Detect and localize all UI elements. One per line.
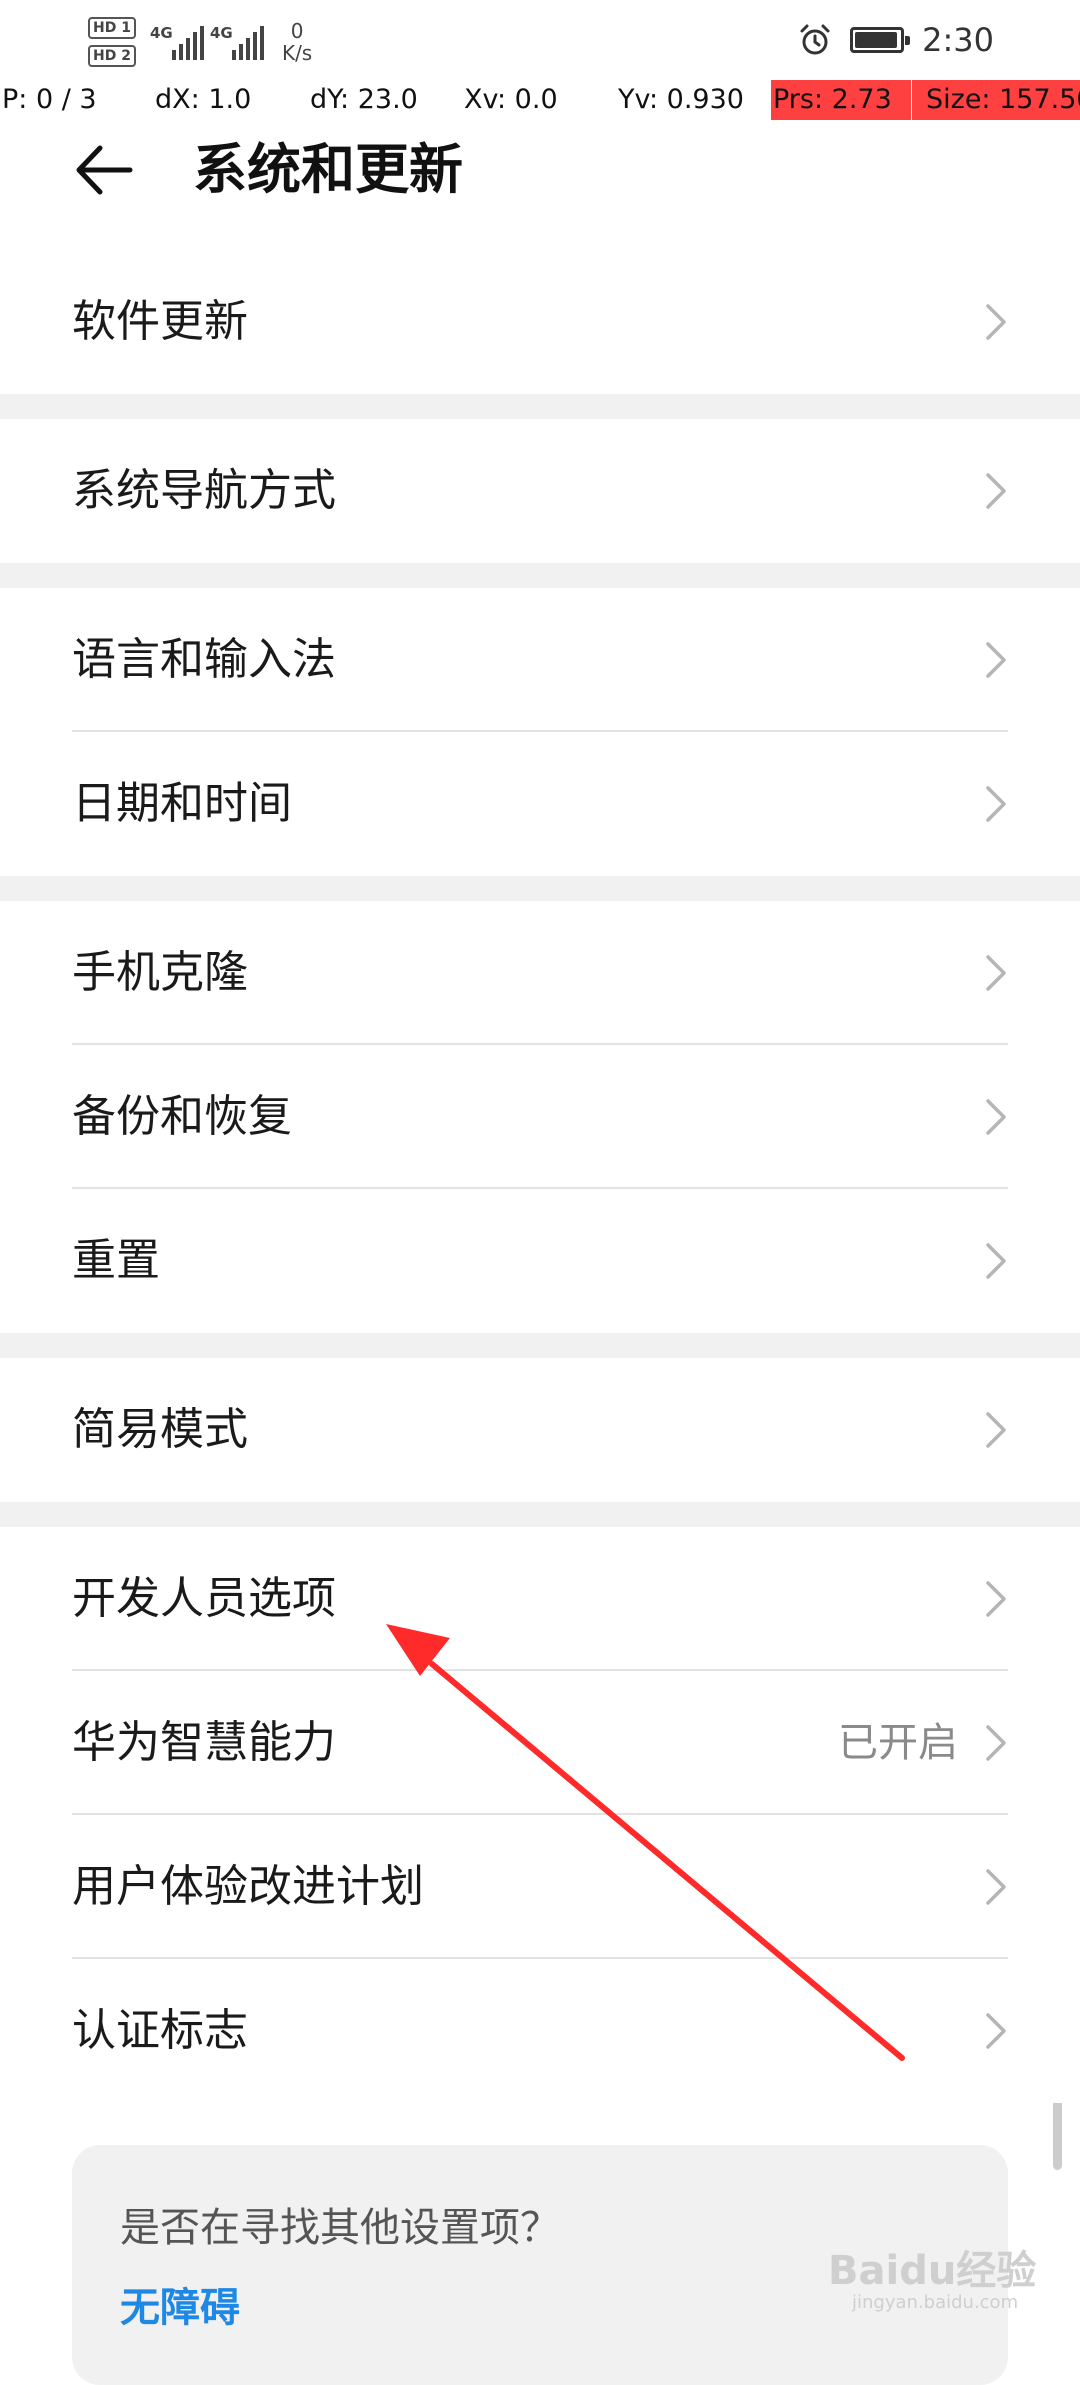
list-item-user-experience[interactable]: 用户体验改进计划	[0, 1815, 1080, 1959]
list-item-certification[interactable]: 认证标志	[0, 1959, 1080, 2103]
section-gap	[0, 394, 1080, 419]
debug-pointer-count: P: 0 / 3	[2, 84, 97, 115]
list-item-label: 用户体验改进计划	[72, 1861, 424, 1912]
list-item-label: 简易模式	[72, 1404, 248, 1455]
list-item-software-update[interactable]: 软件更新	[0, 250, 1080, 394]
hd-1-badge: HD 1	[88, 17, 136, 39]
chevron-right-icon	[986, 304, 1006, 340]
list-item-label: 认证标志	[72, 2005, 248, 2056]
section-gap	[0, 563, 1080, 588]
debug-dy: dY: 23.0	[310, 84, 418, 115]
list-item-developer-options[interactable]: 开发人员选项	[0, 1527, 1080, 1671]
network-type-2: 4G	[209, 24, 233, 42]
network-type-1: 4G	[149, 24, 173, 42]
chevron-right-icon	[986, 1099, 1006, 1135]
alarm-icon	[800, 24, 830, 55]
list-item-huawei-ai[interactable]: 华为智慧能力 已开启	[0, 1671, 1080, 1815]
network-speed: 0 K/s	[282, 20, 312, 64]
signal-2-icon: 4G	[210, 24, 264, 60]
page-title: 系统和更新	[193, 138, 463, 201]
settings-list: 软件更新 系统导航方式 语言和输入法 日期和时间 手机克隆 备份和恢复 重置 简…	[0, 250, 1080, 2103]
debug-xv: Xv: 0.0	[464, 84, 558, 115]
list-item-label: 开发人员选项	[72, 1573, 336, 1624]
network-speed-unit: K/s	[281, 41, 313, 65]
chevron-right-icon	[986, 2013, 1006, 2049]
status-bar: HD 1 HD 2 4G 4G 0 K/s 2:30	[0, 0, 1080, 80]
hd-indicators: HD 1 HD 2	[88, 17, 136, 67]
list-item-label: 语言和输入法	[72, 634, 336, 685]
status-time: 2:30	[922, 21, 994, 59]
chevron-right-icon	[986, 1412, 1006, 1448]
list-item-label: 重置	[72, 1235, 160, 1286]
chevron-right-icon	[986, 786, 1006, 822]
chevron-right-icon	[986, 1725, 1006, 1761]
suggestion-question: 是否在寻找其他设置项？	[120, 2205, 560, 2251]
status-bar-left: HD 1 HD 2 4G 4G 0 K/s	[88, 12, 312, 72]
list-item-reset[interactable]: 重置	[0, 1189, 1080, 1333]
section-gap	[0, 1502, 1080, 1527]
watermark-sub: jingyan.baidu.com	[852, 2292, 1019, 2313]
battery-icon	[850, 27, 911, 53]
signal-1-icon: 4G	[150, 24, 204, 60]
debug-yv: Yv: 0.930	[618, 84, 744, 115]
chevron-right-icon	[986, 1243, 1006, 1279]
debug-size: Size: 157.50	[912, 80, 1080, 120]
list-item-language-input[interactable]: 语言和输入法	[0, 588, 1080, 732]
network-speed-value: 0	[290, 19, 304, 43]
hd-2-badge: HD 2	[88, 45, 136, 67]
title-bar: 系统和更新	[0, 120, 1080, 220]
status-bar-right: 2:30	[798, 0, 994, 80]
list-item-label: 日期和时间	[72, 778, 292, 829]
chevron-right-icon	[986, 642, 1006, 678]
list-item-backup-restore[interactable]: 备份和恢复	[0, 1045, 1080, 1189]
accessibility-link[interactable]: 无障碍	[120, 2275, 240, 2333]
list-item-label: 华为智慧能力	[72, 1717, 336, 1768]
baidu-watermark: Baidu经验 jingyan.baidu.com	[828, 2232, 1036, 2322]
debug-pressure: Prs: 2.73	[771, 80, 911, 120]
list-item-label: 手机克隆	[72, 947, 248, 998]
list-item-status: 已开启	[838, 1720, 958, 1766]
watermark-main: Baidu经验	[828, 2248, 1037, 2294]
list-item-simple-mode[interactable]: 简易模式	[0, 1358, 1080, 1502]
chevron-right-icon	[986, 473, 1006, 509]
list-item-label: 系统导航方式	[72, 465, 336, 516]
list-item-system-navigation[interactable]: 系统导航方式	[0, 419, 1080, 563]
list-item-date-time[interactable]: 日期和时间	[0, 732, 1080, 876]
pointer-debug-overlay: P: 0 / 3 dX: 1.0 dY: 23.0 Xv: 0.0 Yv: 0.…	[0, 80, 1080, 120]
list-item-label: 备份和恢复	[72, 1091, 292, 1142]
back-arrow-icon[interactable]	[72, 138, 136, 202]
list-item-phone-clone[interactable]: 手机克隆	[0, 901, 1080, 1045]
debug-dx: dX: 1.0	[155, 84, 252, 115]
list-item-label: 软件更新	[72, 296, 248, 347]
chevron-right-icon	[986, 955, 1006, 991]
section-gap	[0, 876, 1080, 901]
chevron-right-icon	[986, 1581, 1006, 1617]
section-gap	[0, 1333, 1080, 1358]
chevron-right-icon	[986, 1869, 1006, 1905]
